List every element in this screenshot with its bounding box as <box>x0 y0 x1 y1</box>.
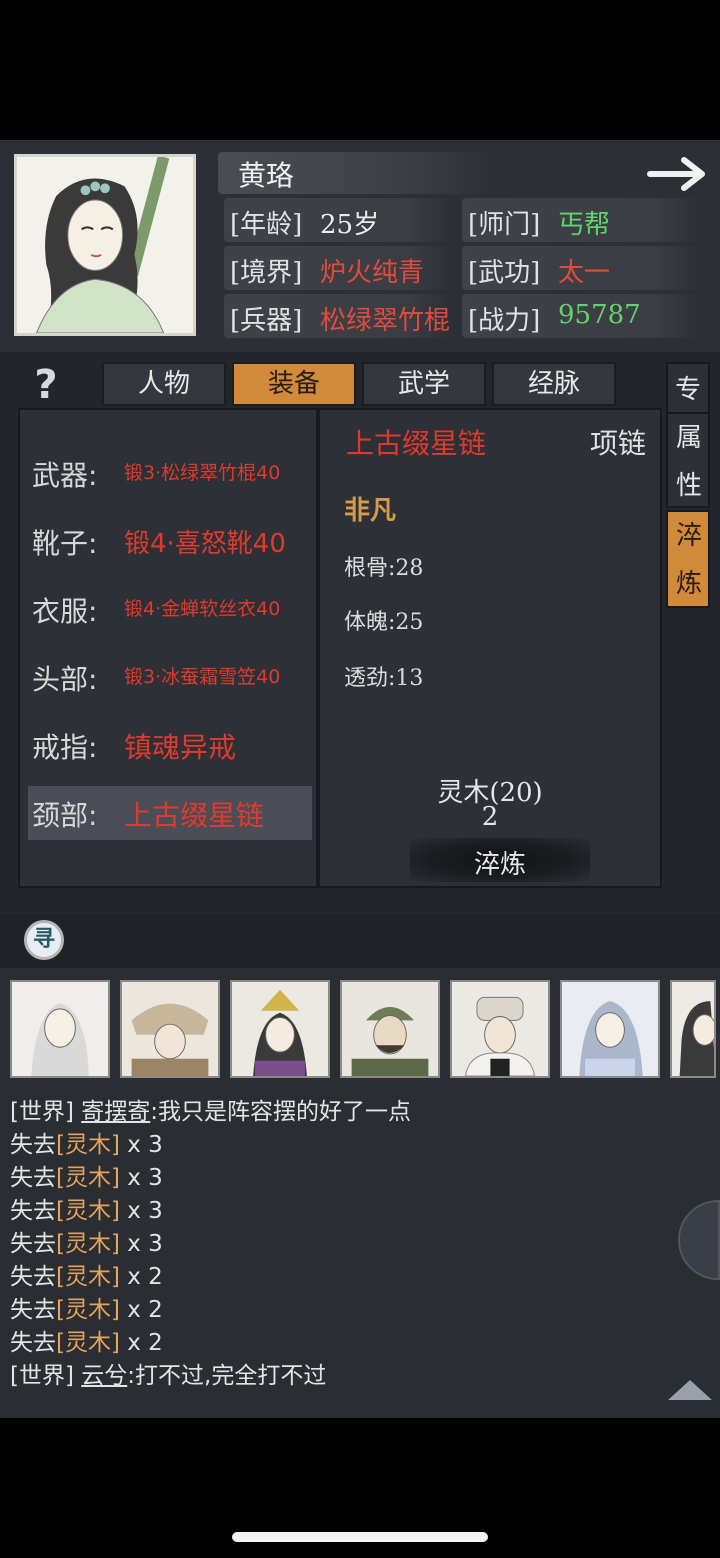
age-label: [年龄] <box>230 210 303 240</box>
chat-text: 失去 <box>10 1264 56 1290</box>
side-tab-refine[interactable]: 淬炼 <box>666 510 710 608</box>
chat-item-link[interactable]: [灵木] <box>56 1330 120 1356</box>
sect-label: [师门] <box>468 210 541 240</box>
scroll-up-icon[interactable] <box>668 1380 712 1400</box>
chat-text: x 3 <box>119 1198 163 1224</box>
side-tab-special[interactable]: 专 <box>666 362 710 414</box>
slot-label-ring: 戒指: <box>32 731 98 764</box>
chat-item-link[interactable]: [灵木] <box>56 1231 120 1257</box>
realm-value: 炉火纯青 <box>320 258 425 288</box>
slot-ring[interactable]: 镇魂异戒 <box>124 726 236 766</box>
home-indicator[interactable] <box>232 1532 488 1542</box>
chat-message-loss: 失去[灵木] x 3 <box>10 1158 163 1192</box>
chat-text: x 2 <box>119 1330 163 1356</box>
equipment-list: 武器: 锻3·松绿翠竹棍40 靴子: 锻4·喜怒靴40 衣服: 锻4·金蝉软丝衣… <box>18 408 318 888</box>
item-type: 项链 <box>589 427 646 460</box>
status-bar-area <box>0 0 720 140</box>
search-strip: 寻 <box>0 914 720 968</box>
chat-message-loss: 失去[灵木] x 2 <box>10 1323 163 1357</box>
item-stat: 透劲:13 <box>344 666 424 691</box>
chat-item-link[interactable]: [灵木] <box>56 1264 120 1290</box>
slot-label-armor: 衣服: <box>32 595 98 628</box>
character-portrait <box>14 154 196 336</box>
chat-text: :打不过,完全打不过 <box>127 1363 327 1389</box>
side-drawer-handle[interactable] <box>678 1200 720 1280</box>
chat-text: x 3 <box>119 1132 163 1158</box>
avatar[interactable] <box>120 980 220 1078</box>
slot-label-neck: 颈部: <box>32 799 98 832</box>
chat-text: :我只是阵容摆的好了一点 <box>150 1099 412 1125</box>
item-stat: 体魄:25 <box>344 610 424 635</box>
avatar[interactable] <box>230 980 330 1078</box>
chat-username[interactable]: 寄摆寄 <box>81 1099 150 1125</box>
character-header: 黄珞 [年龄] 25岁 [师门] 丐帮 [境界] 炉火纯青 [武功] 太一 [兵… <box>0 140 720 352</box>
chat-item-link[interactable]: [灵木] <box>56 1198 120 1224</box>
power-label: [战力] <box>468 306 541 336</box>
chat-text: 失去 <box>10 1330 56 1356</box>
chat-text: x 2 <box>119 1264 163 1290</box>
chat-text: 失去 <box>10 1165 56 1191</box>
weapon-label: [兵器] <box>230 306 303 336</box>
martial-art-value: 太一 <box>558 258 611 288</box>
item-detail: 上古缀星链 项链 非凡 根骨:28 体魄:25 透劲:13 灵木(20) 2 淬… <box>318 408 662 888</box>
side-tab-attributes[interactable]: 属性 <box>666 412 710 508</box>
chat-message-loss: 失去[灵木] x 2 <box>10 1257 163 1291</box>
chat-item-link[interactable]: [灵木] <box>56 1132 120 1158</box>
equipment-panel: ? 人物 装备 武学 经脉 武器: 锻3·松绿翠竹棍40 靴子: 锻4·喜怒靴4… <box>0 352 720 914</box>
chat-message-world: [世界] 寄摆寄:我只是阵容摆的好了一点 <box>10 1092 411 1126</box>
chat-text: x 2 <box>119 1297 163 1323</box>
chat-area: [世界] 寄摆寄:我只是阵容摆的好了一点 失去[灵木] x 3 失去[灵木] x… <box>0 968 720 1418</box>
slot-label-weapon: 武器: <box>32 459 98 492</box>
chat-channel: [世界] <box>10 1099 82 1125</box>
weapon-value: 松绿翠竹棍 <box>320 306 451 336</box>
item-stat: 根骨:28 <box>344 556 424 581</box>
slot-armor[interactable]: 锻4·金蝉软丝衣40 <box>124 594 280 621</box>
character-name: 黄珞 <box>238 159 295 192</box>
slot-label-boots: 靴子: <box>32 527 98 560</box>
tab-equipment[interactable]: 装备 <box>232 362 356 406</box>
chat-message-loss: 失去[灵木] x 3 <box>10 1224 163 1258</box>
chat-item-link[interactable]: [灵木] <box>56 1297 120 1323</box>
item-grade: 非凡 <box>344 496 397 526</box>
chat-text: 失去 <box>10 1132 56 1158</box>
next-arrow-icon[interactable] <box>646 154 710 194</box>
slot-weapon[interactable]: 锻3·松绿翠竹棍40 <box>124 458 280 485</box>
chat-text: 失去 <box>10 1198 56 1224</box>
chat-text: x 3 <box>119 1231 163 1257</box>
slot-head[interactable]: 锻3·冰蚕霜雪笠40 <box>124 662 280 689</box>
age-value: 25岁 <box>320 210 380 240</box>
chat-message-loss: 失去[灵木] x 3 <box>10 1125 163 1159</box>
chat-message-loss: 失去[灵木] x 2 <box>10 1290 163 1324</box>
avatar[interactable] <box>670 980 716 1078</box>
power-value: 95787 <box>558 300 641 330</box>
item-name: 上古缀星链 <box>346 427 487 460</box>
chat-message-world: [世界] 云兮:打不过,完全打不过 <box>10 1356 326 1390</box>
slot-neck[interactable]: 上古缀星链 <box>124 794 264 834</box>
avatar[interactable] <box>10 980 110 1078</box>
chat-text: x 3 <box>119 1165 163 1191</box>
avatar[interactable] <box>340 980 440 1078</box>
avatar[interactable] <box>450 980 550 1078</box>
search-icon[interactable]: 寻 <box>24 920 64 960</box>
refine-button[interactable]: 淬炼 <box>410 838 590 882</box>
slot-boots[interactable]: 锻4·喜怒靴40 <box>124 523 286 560</box>
help-button[interactable]: ? <box>26 362 66 408</box>
sect-value: 丐帮 <box>558 210 611 240</box>
chat-message-loss: 失去[灵木] x 3 <box>10 1191 163 1225</box>
team-avatar-row <box>10 980 720 1078</box>
tab-martial-arts[interactable]: 武学 <box>362 362 486 406</box>
realm-label: [境界] <box>230 258 303 288</box>
chat-text: 失去 <box>10 1231 56 1257</box>
avatar[interactable] <box>560 980 660 1078</box>
chat-item-link[interactable]: [灵木] <box>56 1165 120 1191</box>
material-count: 2 <box>481 802 499 832</box>
chat-channel: [世界] <box>10 1363 82 1389</box>
chat-username[interactable]: 云兮 <box>81 1363 127 1389</box>
tab-character[interactable]: 人物 <box>102 362 226 406</box>
tab-meridians[interactable]: 经脉 <box>492 362 616 406</box>
slot-label-head: 头部: <box>32 663 98 696</box>
martial-art-label: [武功] <box>468 258 541 288</box>
refine-button-label: 淬炼 <box>473 850 526 880</box>
chat-text: 失去 <box>10 1297 56 1323</box>
